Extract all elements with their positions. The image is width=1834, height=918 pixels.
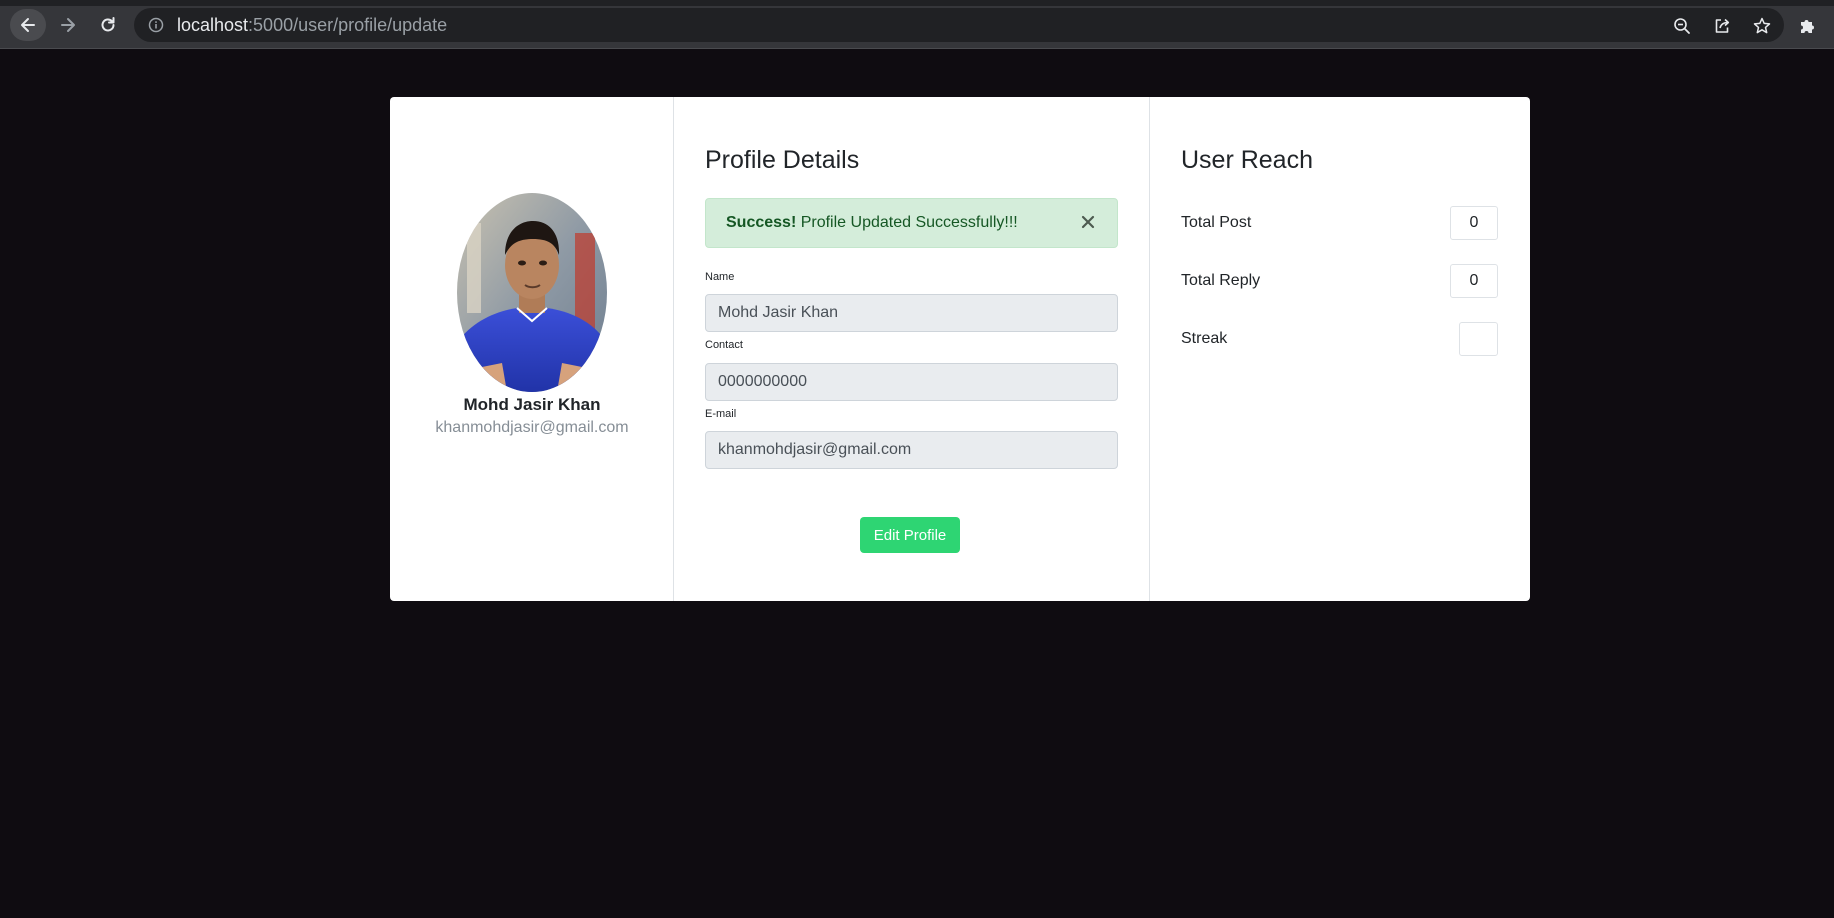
url-host: localhost: [177, 15, 249, 35]
total-reply-value: 0: [1450, 264, 1498, 298]
back-button[interactable]: [10, 9, 46, 41]
url-text[interactable]: localhost:5000/user/profile/update: [177, 15, 447, 35]
reload-icon: [101, 17, 115, 32]
forward-arrow-icon: [61, 18, 75, 32]
share-icon[interactable]: [1712, 16, 1732, 36]
address-bar[interactable]: localhost:5000/user/profile/update: [134, 8, 1784, 42]
total-post-label: Total Post: [1181, 214, 1252, 231]
extensions-puzzle-icon[interactable]: [1798, 15, 1818, 35]
streak-value: [1459, 322, 1498, 356]
profile-summary-column: Mohd Jasir Khan khanmohdjasir@gmail.com: [390, 97, 674, 601]
profile-card: Mohd Jasir Khan khanmohdjasir@gmail.com …: [390, 97, 1530, 601]
zoom-out-icon[interactable]: [1672, 16, 1692, 36]
email-label: E-mail: [705, 408, 737, 420]
avatar: [457, 193, 607, 392]
total-post-value: 0: [1450, 206, 1498, 240]
star-icon[interactable]: [1752, 16, 1772, 36]
browser-toolbar: localhost:5000/user/profile/update: [0, 0, 1834, 49]
contact-label: Contact: [705, 339, 743, 351]
profile-email: khanmohdjasir@gmail.com: [435, 419, 629, 436]
user-reach-title: User Reach: [1181, 146, 1313, 174]
profile-details-column: Profile Details Success! Profile Updated…: [674, 97, 1150, 601]
avatar-photo: [457, 193, 607, 392]
edit-profile-button[interactable]: Edit Profile: [860, 517, 960, 553]
alert-strong-text: Success!: [726, 214, 797, 231]
success-alert: Success! Profile Updated Successfully!!!: [705, 198, 1118, 248]
email-field[interactable]: [705, 431, 1118, 469]
user-reach-column: User Reach Total Post 0 Total Reply 0 St…: [1150, 97, 1530, 601]
reload-button[interactable]: [90, 9, 126, 41]
url-path: :5000/user/profile/update: [248, 15, 448, 35]
forward-button[interactable]: [50, 9, 86, 41]
tab-strip: [0, 0, 1834, 6]
back-arrow-icon: [21, 18, 35, 32]
contact-field[interactable]: [705, 363, 1118, 401]
alert-message: Profile Updated Successfully!!!: [796, 214, 1018, 231]
name-field[interactable]: [705, 294, 1118, 332]
name-label: Name: [705, 271, 735, 283]
close-icon[interactable]: [1079, 213, 1097, 231]
streak-label: Streak: [1181, 330, 1228, 347]
info-icon[interactable]: [148, 17, 164, 33]
total-reply-label: Total Reply: [1181, 272, 1261, 289]
profile-name: Mohd Jasir Khan: [463, 395, 601, 414]
profile-details-title: Profile Details: [705, 146, 860, 174]
